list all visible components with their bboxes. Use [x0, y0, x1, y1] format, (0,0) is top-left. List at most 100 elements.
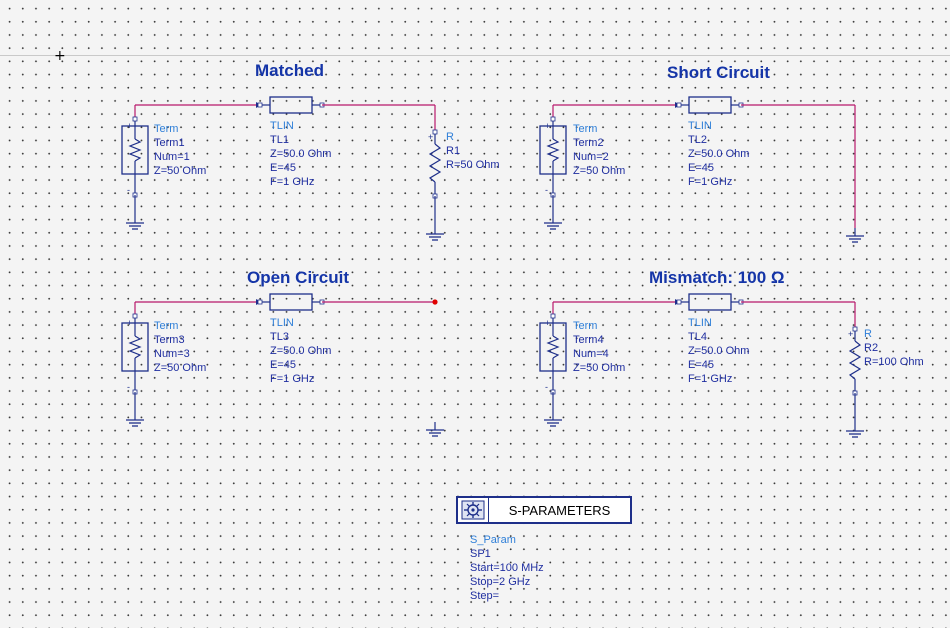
- tl4-label[interactable]: TLIN TL4 Z=50.0 Ohm E=45 F=1 GHz: [688, 316, 749, 386]
- tl-type: TLIN: [270, 120, 294, 132]
- r2-label[interactable]: R R2 R=100 Ohm: [864, 327, 924, 369]
- tl2-label[interactable]: TLIN TL2 Z=50.0 Ohm E=45 F=1 GHz: [688, 119, 749, 189]
- tl-type: TLIN: [270, 317, 294, 329]
- tl3-label[interactable]: TLIN TL3 Z=50.0 Ohm E=45 F=1 GHz: [270, 316, 331, 386]
- tl-z: Z=50.0 Ohm: [270, 148, 332, 160]
- tl-e: E=45: [270, 162, 296, 174]
- sparam-start: Start=100 MHz: [470, 562, 544, 574]
- sparam-type: S_Param: [470, 534, 516, 546]
- term-symbol[interactable]: +-: [539, 316, 567, 392]
- tl-z: Z=50.0 Ohm: [270, 345, 332, 357]
- svg-text:-: -: [545, 382, 548, 392]
- svg-text:+: +: [428, 132, 433, 142]
- term-symbol[interactable]: +-: [121, 119, 149, 195]
- tlin-symbol[interactable]: [675, 96, 741, 114]
- sparam-stop: Stop=2 GHz: [470, 576, 531, 588]
- resistor-type: R: [864, 328, 872, 340]
- circuit-title-mismatch[interactable]: Mismatch: 100 Ω: [649, 268, 785, 288]
- ground-symbol[interactable]: [426, 422, 444, 437]
- term-z: Z=50 Ohm: [573, 165, 626, 177]
- svg-text:-: -: [127, 382, 130, 392]
- ground-symbol[interactable]: [846, 228, 864, 243]
- term-num: Num=4: [573, 348, 609, 360]
- ground-symbol[interactable]: [126, 412, 144, 427]
- resistor-value: R=100 Ohm: [864, 356, 924, 368]
- tl-e: E=45: [688, 162, 714, 174]
- term-z: Z=50 Ohm: [573, 362, 626, 374]
- resistor-name: R2: [864, 342, 879, 354]
- tl-type: TLIN: [688, 317, 712, 329]
- term3-label[interactable]: Term Term3 Num=3 Z=50 Ohm: [154, 319, 206, 375]
- term-name: Term4: [573, 334, 604, 346]
- term-type: Term: [154, 123, 179, 135]
- tl-name: TL4: [688, 331, 707, 343]
- pin-node: [257, 299, 263, 305]
- term4-label[interactable]: Term Term4 Num=4 Z=50 Ohm: [573, 319, 625, 375]
- circuit-title-matched[interactable]: Matched: [255, 61, 324, 81]
- pin-node: [550, 313, 556, 319]
- tlin-symbol[interactable]: [675, 293, 741, 311]
- tl1-label[interactable]: TLIN TL1 Z=50.0 Ohm E=45 F=1 GHz: [270, 119, 331, 189]
- term-z: Z=50 Ohm: [154, 362, 207, 374]
- pin-node: [257, 102, 263, 108]
- tl-f: F=1 GHz: [688, 176, 733, 188]
- pin-node: [550, 116, 556, 122]
- pin-node: [432, 129, 438, 135]
- tl-z: Z=50.0 Ohm: [688, 345, 750, 357]
- tl-name: TL1: [270, 134, 289, 146]
- tl-type: TLIN: [688, 120, 712, 132]
- circuit-title-short[interactable]: Short Circuit: [667, 63, 770, 83]
- term1-label[interactable]: Term Term1 Num=1 Z=50 Ohm: [154, 122, 206, 178]
- tl-f: F=1 GHz: [270, 373, 315, 385]
- resistor-type: R: [446, 131, 454, 143]
- svg-text:+: +: [848, 329, 853, 339]
- tl-name: TL2: [688, 134, 707, 146]
- ground-symbol[interactable]: [426, 226, 444, 241]
- term2-label[interactable]: Term Term2 Num=2 Z=50 Ohm: [573, 122, 625, 178]
- term-name: Term2: [573, 137, 604, 149]
- s-parameters-box-label: S-PARAMETERS: [508, 502, 611, 518]
- open-end-node: [432, 299, 438, 305]
- term-num: Num=3: [154, 348, 190, 360]
- ground-symbol[interactable]: [126, 215, 144, 230]
- term-z: Z=50 Ohm: [154, 165, 207, 177]
- term-symbol[interactable]: +-: [121, 316, 149, 392]
- term-num: Num=1: [154, 151, 190, 163]
- pin-node: [132, 116, 138, 122]
- term-type: Term: [573, 123, 598, 135]
- tlin-symbol[interactable]: [256, 293, 322, 311]
- sparam-step: Step=: [470, 590, 500, 602]
- ground-symbol[interactable]: [846, 423, 864, 438]
- term-type: Term: [154, 320, 179, 332]
- circuit-title-open[interactable]: Open Circuit: [247, 268, 349, 288]
- pin-node: [676, 102, 682, 108]
- svg-text:+: +: [545, 121, 550, 131]
- term-name: Term1: [154, 137, 185, 149]
- ground-symbol[interactable]: [544, 412, 562, 427]
- tl-f: F=1 GHz: [270, 176, 315, 188]
- resistor-symbol[interactable]: +: [428, 132, 442, 196]
- svg-text:-: -: [127, 185, 130, 195]
- svg-text:-: -: [545, 185, 548, 195]
- tlin-symbol[interactable]: [256, 96, 322, 114]
- tl-z: Z=50.0 Ohm: [688, 148, 750, 160]
- resistor-symbol[interactable]: +: [848, 329, 862, 393]
- s-parameters-icon: [458, 498, 489, 522]
- ground-symbol[interactable]: [544, 215, 562, 230]
- term-type: Term: [573, 320, 598, 332]
- sp1-label[interactable]: S_Param SP1 Start=100 MHz Stop=2 GHz Ste…: [470, 533, 544, 603]
- term-name: Term3: [154, 334, 185, 346]
- sparam-name: SP1: [470, 548, 491, 560]
- tl-e: E=45: [270, 359, 296, 371]
- term-num: Num=2: [573, 151, 609, 163]
- resistor-value: R=50 Ohm: [446, 159, 500, 171]
- pin-node: [676, 299, 682, 305]
- tl-e: E=45: [688, 359, 714, 371]
- svg-text:+: +: [127, 121, 132, 131]
- r1-label[interactable]: R R1 R=50 Ohm: [446, 130, 500, 172]
- svg-text:+: +: [545, 318, 550, 328]
- pin-node: [852, 326, 858, 332]
- s-parameters-controller[interactable]: S-PARAMETERS: [456, 496, 632, 524]
- pin-node: [132, 313, 138, 319]
- term-symbol[interactable]: +-: [539, 119, 567, 195]
